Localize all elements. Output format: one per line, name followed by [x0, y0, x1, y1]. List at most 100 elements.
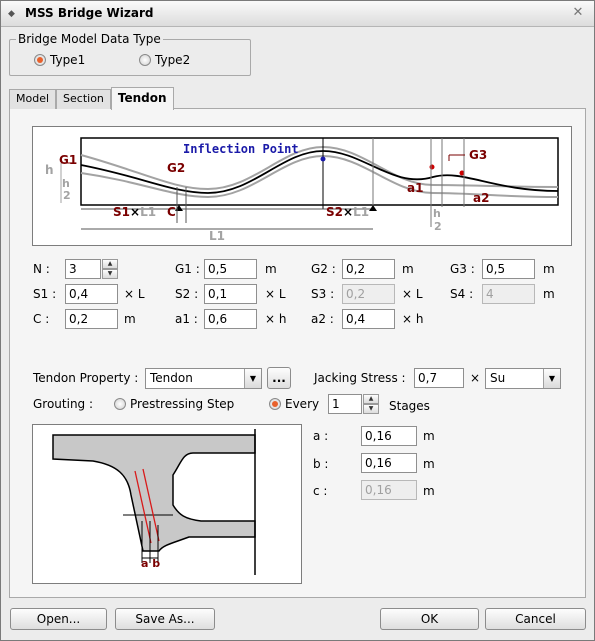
diagram-label-c: C — [167, 205, 176, 219]
support-left — [175, 205, 183, 211]
jacking-unit-value: Su — [490, 371, 506, 385]
window-title: MSS Bridge Wizard — [25, 6, 154, 20]
grouting-spin-down-icon[interactable]: ▼ — [363, 404, 379, 414]
n-label: N : — [33, 262, 50, 276]
grouting-every-dot[interactable] — [269, 398, 281, 410]
ok-button[interactable]: OK — [380, 608, 479, 630]
close-icon[interactable]: ✕ — [570, 5, 586, 21]
tendon-property-select[interactable]: Tendon ▼ — [145, 368, 262, 389]
section-shape — [52, 434, 256, 552]
jacking-stress-input[interactable]: 0,7 — [414, 368, 464, 388]
cancel-button[interactable]: Cancel — [485, 608, 586, 630]
a1-point-marker — [429, 164, 435, 170]
tab-model[interactable]: Model — [9, 89, 57, 109]
diagram-label-h-half-num-right: h — [433, 207, 441, 220]
a-input[interactable]: 0,16 — [361, 426, 417, 446]
c-section-label: c : — [313, 484, 328, 498]
s3-input: 0,2 — [342, 284, 395, 304]
diagram-label-g1: G1 — [59, 153, 78, 167]
s1-text: S1 — [113, 205, 130, 219]
grouting-prestressing-dot[interactable] — [114, 398, 126, 410]
s2-unit: × L — [265, 287, 286, 301]
stages-label: Stages — [389, 399, 430, 413]
wizard-window: ◆ MSS Bridge Wizard ✕ Bridge Model Data … — [0, 0, 595, 641]
n-spinner[interactable]: ▲ ▼ — [102, 259, 118, 279]
tendon-property-dropdown-icon[interactable]: ▼ — [244, 369, 261, 388]
g3-label: G3 : — [450, 262, 475, 276]
s4-label: S4 : — [450, 287, 474, 301]
s2-input[interactable]: 0,1 — [204, 284, 257, 304]
a1-label: a1 : — [175, 312, 198, 326]
jacking-unit-select[interactable]: Su ▼ — [485, 368, 561, 389]
s3-label: S3 : — [311, 287, 335, 301]
b-input[interactable]: 0,16 — [361, 453, 417, 473]
c-section-input: 0,16 — [361, 480, 417, 500]
s4-unit: m — [543, 287, 555, 301]
g3-unit: m — [543, 262, 555, 276]
jacking-stress-label: Jacking Stress : — [314, 371, 406, 385]
diagram-label-h-half-den-right: 2 — [434, 220, 442, 233]
g1-label: G1 : — [175, 262, 200, 276]
grouting-every-label: Every — [285, 397, 320, 411]
open-button[interactable]: Open... — [10, 608, 107, 630]
a-label: a : — [313, 429, 329, 443]
app-menu-icon[interactable]: ◆ — [8, 8, 18, 20]
s1-input[interactable]: 0,4 — [65, 284, 118, 304]
g3-input[interactable]: 0,5 — [482, 259, 535, 279]
grouting-every-spinner[interactable]: ▲ ▼ — [363, 394, 379, 414]
support-right — [369, 205, 377, 211]
tab-section[interactable]: Section — [56, 89, 111, 109]
a2-input[interactable]: 0,4 — [342, 309, 395, 329]
g2-input[interactable]: 0,2 — [342, 259, 395, 279]
grouting-spin-up-icon[interactable]: ▲ — [363, 394, 379, 404]
s1-l1-text: L1 — [140, 205, 157, 219]
n-spin-up-icon[interactable]: ▲ — [102, 259, 118, 269]
diagram-label-a1: a1 — [407, 181, 424, 195]
type1-radio[interactable]: Type1 — [34, 53, 85, 67]
diagram-label-s1: S1×L1 — [113, 205, 156, 219]
ab-label: a b — [141, 557, 161, 570]
type2-label: Type2 — [155, 53, 191, 67]
tab-tendon[interactable]: Tendon — [110, 87, 174, 110]
g1-input[interactable]: 0,5 — [204, 259, 257, 279]
a-unit: m — [423, 429, 435, 443]
duct-section-svg — [52, 429, 256, 575]
g2-label: G2 : — [311, 262, 336, 276]
title-bar: ◆ MSS Bridge Wizard ✕ — [1, 1, 594, 27]
type1-radio-dot[interactable] — [34, 54, 46, 66]
s2-text: S2 — [326, 205, 343, 219]
model-type-legend: Bridge Model Data Type — [16, 32, 163, 46]
jacking-times: × — [470, 371, 481, 385]
s1-times: × — [130, 205, 141, 219]
diagram-label-s2: S2×L1 — [326, 205, 369, 219]
b-unit: m — [423, 457, 435, 471]
s1-label: S1 : — [33, 287, 57, 301]
duct-section-diagram: a b — [32, 424, 302, 584]
grouting-every-radio[interactable]: Every — [269, 397, 319, 411]
c-section-unit: m — [423, 484, 435, 498]
inflection-point-marker — [320, 156, 326, 162]
tendon-property-browse-button[interactable]: ... — [267, 367, 291, 389]
diagram-label-h: h — [45, 163, 54, 177]
grouting-prestressing-label: Prestressing Step — [130, 397, 235, 411]
type2-radio[interactable]: Type2 — [139, 53, 190, 67]
grouting-every-input[interactable]: 1 — [328, 394, 362, 414]
a1-unit: × h — [265, 312, 287, 326]
c-label: C : — [33, 312, 50, 326]
jacking-unit-dropdown-icon[interactable]: ▼ — [543, 369, 560, 388]
a1-input[interactable]: 0,6 — [204, 309, 257, 329]
grouting-prestressing-radio[interactable]: Prestressing Step — [114, 397, 234, 411]
c-input[interactable]: 0,2 — [65, 309, 118, 329]
tab-bar: Model Section Tendon — [9, 87, 174, 110]
b-label: b : — [313, 457, 329, 471]
diagram-label-inflection: Inflection Point — [183, 142, 299, 156]
diagram-label-g3: G3 — [469, 148, 488, 162]
s2-l1-text: L1 — [353, 205, 370, 219]
save-as-button[interactable]: Save As... — [115, 608, 215, 630]
s4-input: 4 — [482, 284, 535, 304]
n-input[interactable]: 3 — [65, 259, 101, 279]
n-spin-down-icon[interactable]: ▼ — [102, 269, 118, 279]
type2-radio-dot[interactable] — [139, 54, 151, 66]
diagram-label-a2: a2 — [473, 191, 490, 205]
g2-unit: m — [402, 262, 414, 276]
